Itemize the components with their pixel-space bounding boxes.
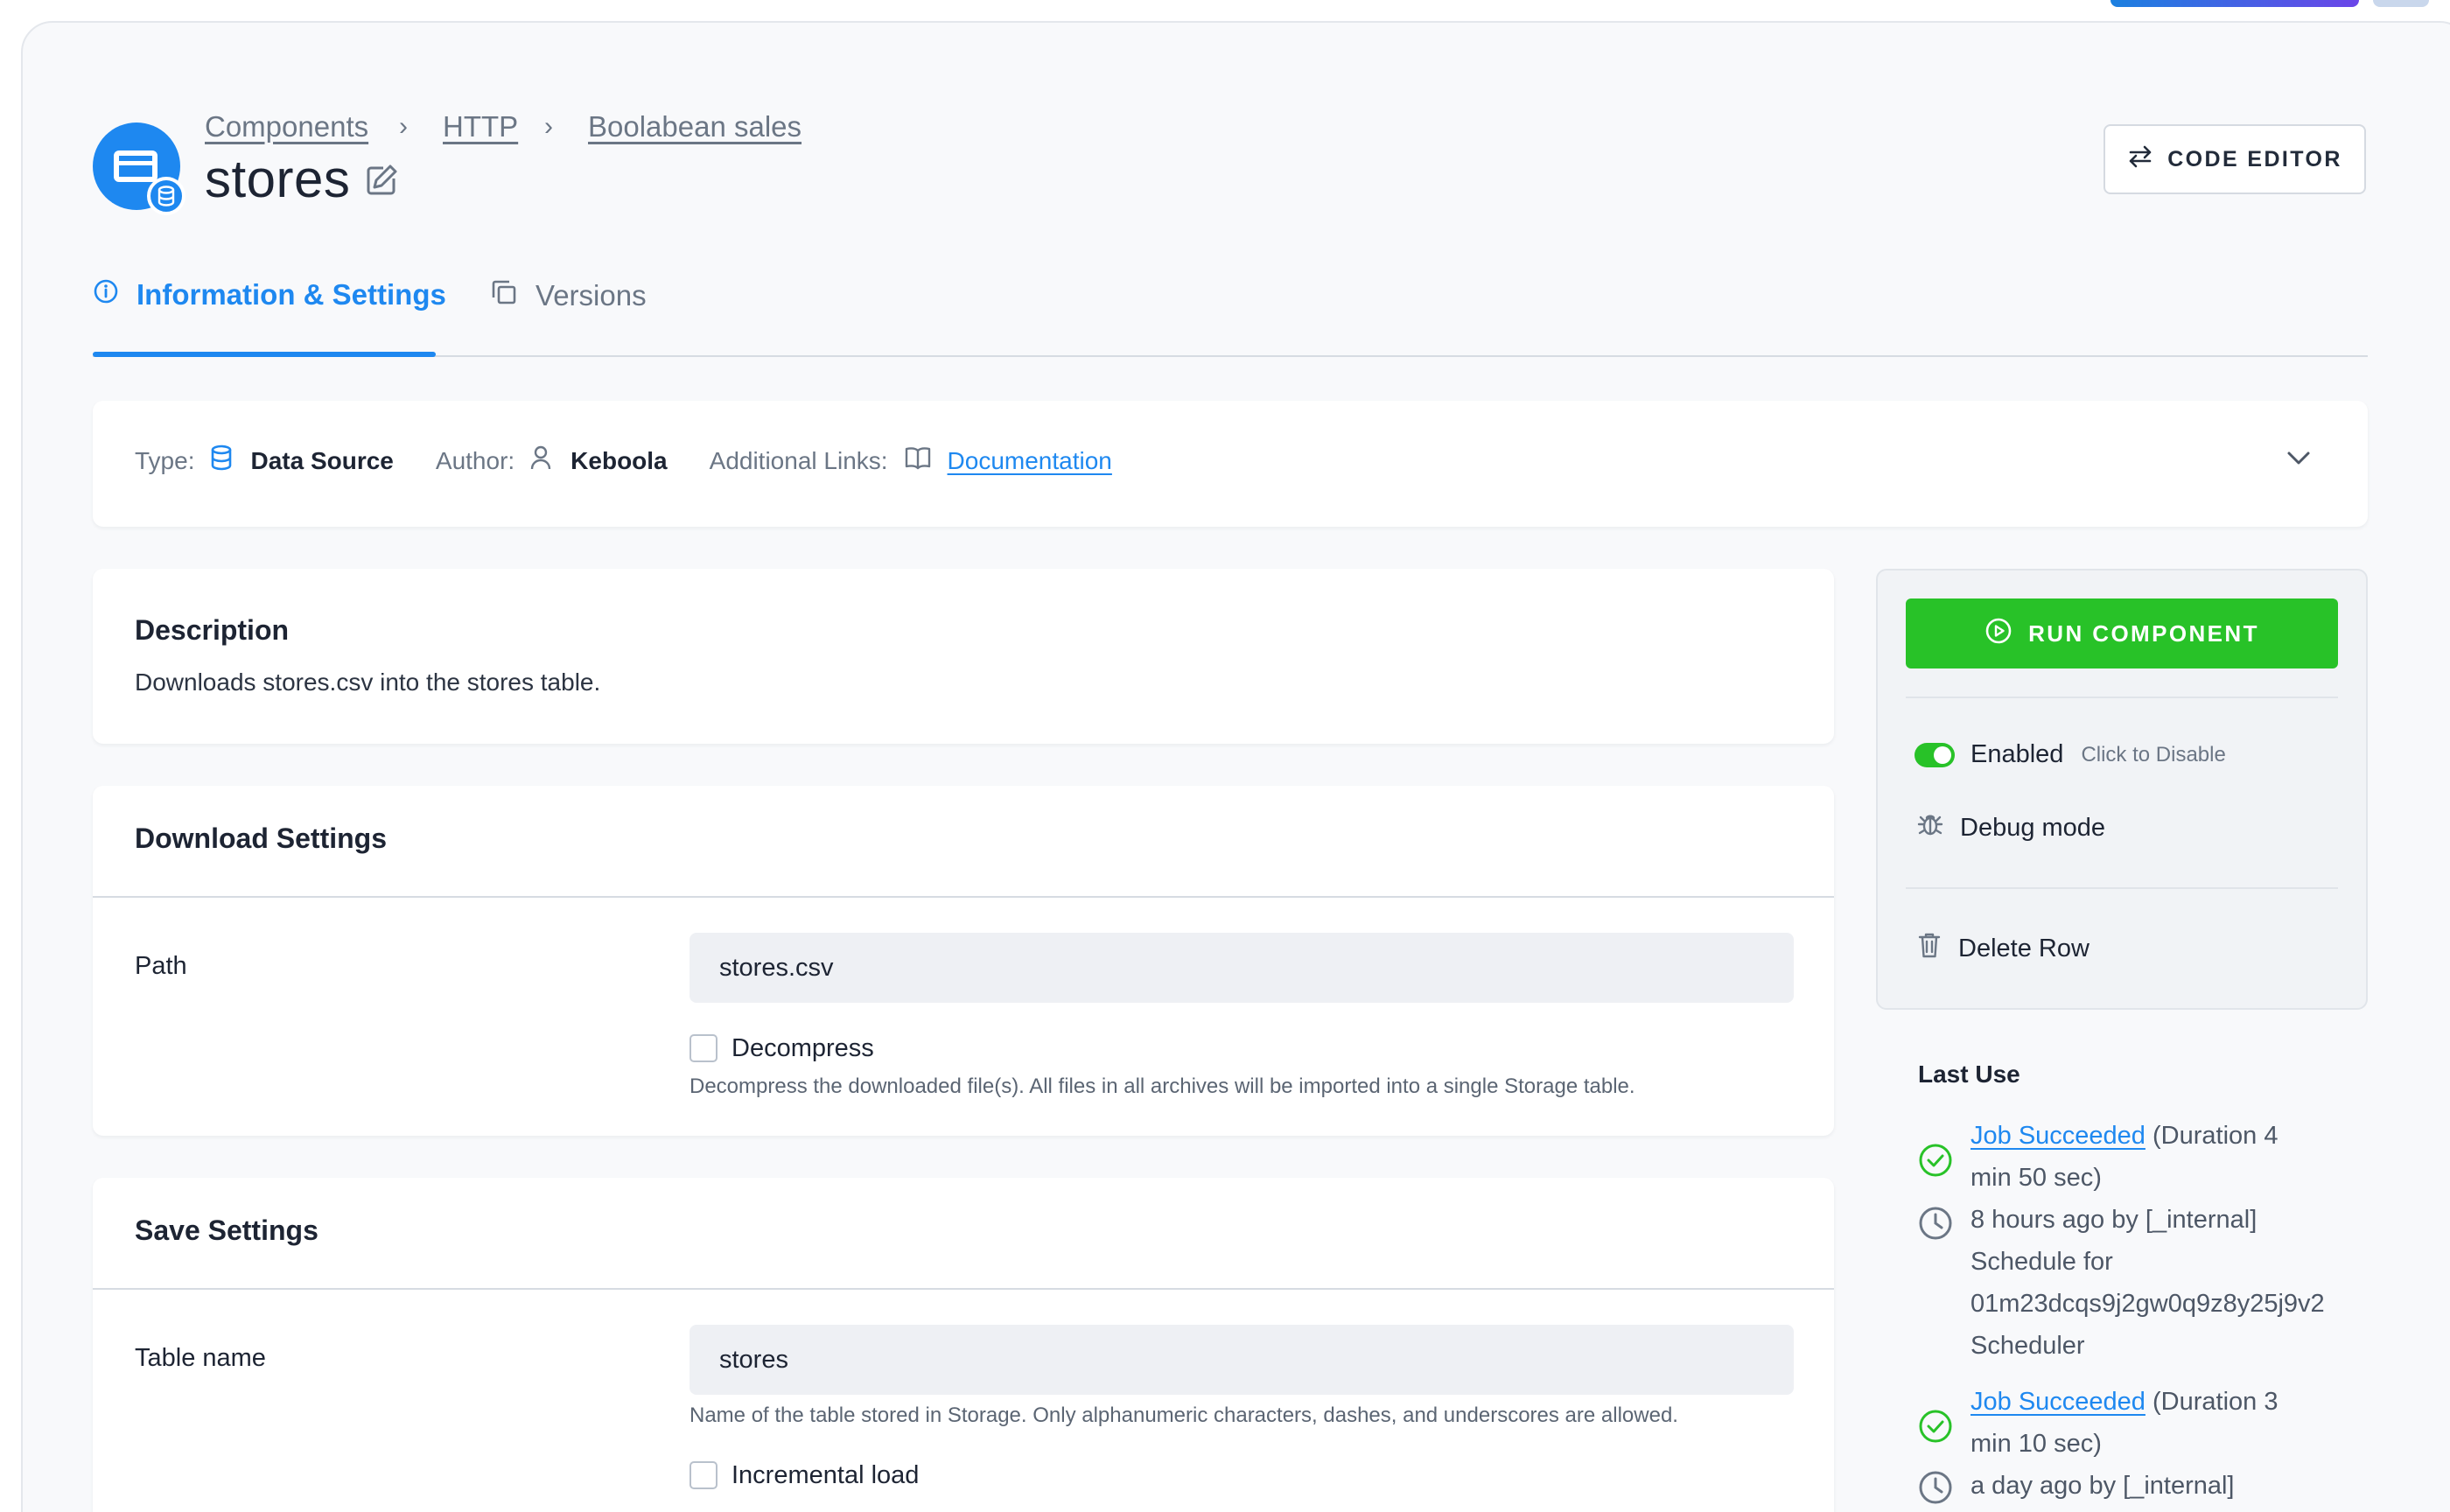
database-badge-icon — [147, 177, 186, 215]
code-editor-label: CODE EDITOR — [2167, 146, 2342, 172]
links-label: Additional Links: — [709, 446, 888, 474]
incremental-load-label: Incremental load — [732, 1461, 920, 1489]
job-duration-cont: min 50 sec) — [1970, 1164, 2102, 1192]
job-duration: (Duration 4 — [2152, 1122, 2278, 1150]
enabled-row[interactable]: Enabled Click to Disable — [1914, 740, 2226, 769]
play-circle-icon — [1984, 617, 2012, 651]
description-card: Description Downloads stores.csv into th… — [93, 569, 1834, 744]
info-icon — [93, 278, 119, 312]
code-editor-button[interactable]: CODE EDITOR — [2104, 124, 2366, 194]
chevron-down-icon[interactable] — [2286, 450, 2312, 472]
run-component-label: RUN COMPONENT — [2028, 620, 2259, 647]
trash-icon — [1916, 931, 1942, 966]
breadcrumb-boolabean-sales[interactable]: Boolabean sales — [588, 110, 802, 144]
bug-icon — [1916, 810, 1944, 845]
job-schedule: Schedule for — [1970, 1248, 2113, 1276]
job-succeeded-link[interactable]: Job Succeeded — [1970, 1388, 2146, 1416]
job-schedule-id: 01m23dcqs9j2gw0q9z8y25j9v2 — [1970, 1290, 2325, 1318]
enabled-label: Enabled — [1970, 740, 2064, 768]
description-title: Description — [135, 614, 290, 646]
table-name-label: Table name — [135, 1344, 266, 1372]
job-status-line: Job Succeeded (Duration 4 — [1970, 1122, 2278, 1151]
tab-label: Information & Settings — [136, 278, 446, 311]
copy-icon — [490, 278, 518, 313]
download-settings-title: Download Settings — [135, 822, 387, 854]
incremental-load-checkbox[interactable] — [690, 1461, 718, 1489]
breadcrumb-separator: › — [544, 112, 553, 141]
author-value: Keboola — [570, 446, 668, 474]
panel-divider — [1906, 696, 2338, 698]
page-title: stores — [205, 150, 351, 208]
top-avatar-edge — [2373, 0, 2429, 7]
card-divider — [93, 896, 1834, 898]
card-divider — [93, 1288, 1834, 1290]
job-duration-cont: min 10 sec) — [1970, 1430, 2102, 1458]
type-value: Data Source — [250, 446, 394, 474]
enabled-toggle[interactable] — [1914, 742, 1955, 767]
swap-arrows-icon — [2127, 144, 2153, 176]
clock-icon — [1918, 1206, 1953, 1245]
job-when: 8 hours ago by [_internal] — [1970, 1206, 2258, 1234]
debug-mode-button[interactable]: Debug mode — [1916, 810, 2105, 845]
download-settings-card: Download Settings Path Decompress Decomp… — [93, 786, 1834, 1136]
breadcrumb-http[interactable]: HTTP — [443, 110, 518, 144]
run-component-button[interactable]: RUN COMPONENT — [1906, 598, 2338, 668]
monitor-icon — [114, 150, 158, 182]
check-circle-icon — [1918, 1143, 1953, 1182]
panel-divider — [1906, 887, 2338, 889]
tab-versions[interactable]: Versions — [490, 278, 647, 313]
job-when: a day ago by [_internal] — [1970, 1472, 2235, 1500]
documentation-link[interactable]: Documentation — [948, 447, 1112, 475]
save-settings-card: Save Settings Table name Name of the tab… — [93, 1178, 1834, 1512]
database-icon — [210, 444, 233, 477]
path-label: Path — [135, 952, 187, 980]
user-icon — [530, 445, 551, 476]
type-label: Type: — [135, 446, 195, 474]
tab-label: Versions — [536, 279, 647, 312]
component-info-bar: Type: Data Source Author: Keboola Additi… — [93, 401, 2368, 527]
enabled-hint: Click to Disable — [2081, 742, 2226, 766]
table-name-help: Name of the table stored in Storage. Onl… — [690, 1404, 1678, 1427]
book-icon — [904, 445, 932, 476]
top-gradient-strip — [2110, 0, 2359, 7]
path-input[interactable] — [690, 933, 1794, 1003]
tab-information-settings[interactable]: Information & Settings — [93, 278, 446, 312]
job-duration: (Duration 3 — [2152, 1388, 2278, 1416]
debug-mode-label: Debug mode — [1960, 813, 2106, 842]
delete-row-button[interactable]: Delete Row — [1916, 931, 2090, 966]
delete-row-label: Delete Row — [1958, 934, 2090, 962]
job-scheduler: Scheduler — [1970, 1332, 2085, 1360]
save-settings-title: Save Settings — [135, 1214, 318, 1246]
author-label: Author: — [435, 446, 515, 474]
decompress-label: Decompress — [732, 1034, 874, 1062]
edit-icon[interactable] — [364, 163, 399, 202]
breadcrumb-separator: › — [399, 112, 408, 141]
decompress-checkbox[interactable] — [690, 1034, 718, 1062]
active-tab-indicator — [93, 352, 436, 357]
clock-icon — [1918, 1470, 1953, 1509]
breadcrumb-components[interactable]: Components — [205, 110, 368, 144]
component-logo — [93, 122, 186, 215]
job-status-line: Job Succeeded (Duration 3 — [1970, 1388, 2278, 1417]
description-text: Downloads stores.csv into the stores tab… — [135, 668, 601, 696]
decompress-help: Decompress the downloaded file(s). All f… — [690, 1074, 1635, 1098]
check-circle-icon — [1918, 1409, 1953, 1448]
job-succeeded-link[interactable]: Job Succeeded — [1970, 1122, 2146, 1150]
actions-panel: RUN COMPONENT Enabled Click to Disable D… — [1876, 569, 2368, 1010]
last-use-title: Last Use — [1918, 1060, 2020, 1088]
table-name-input[interactable] — [690, 1325, 1794, 1395]
